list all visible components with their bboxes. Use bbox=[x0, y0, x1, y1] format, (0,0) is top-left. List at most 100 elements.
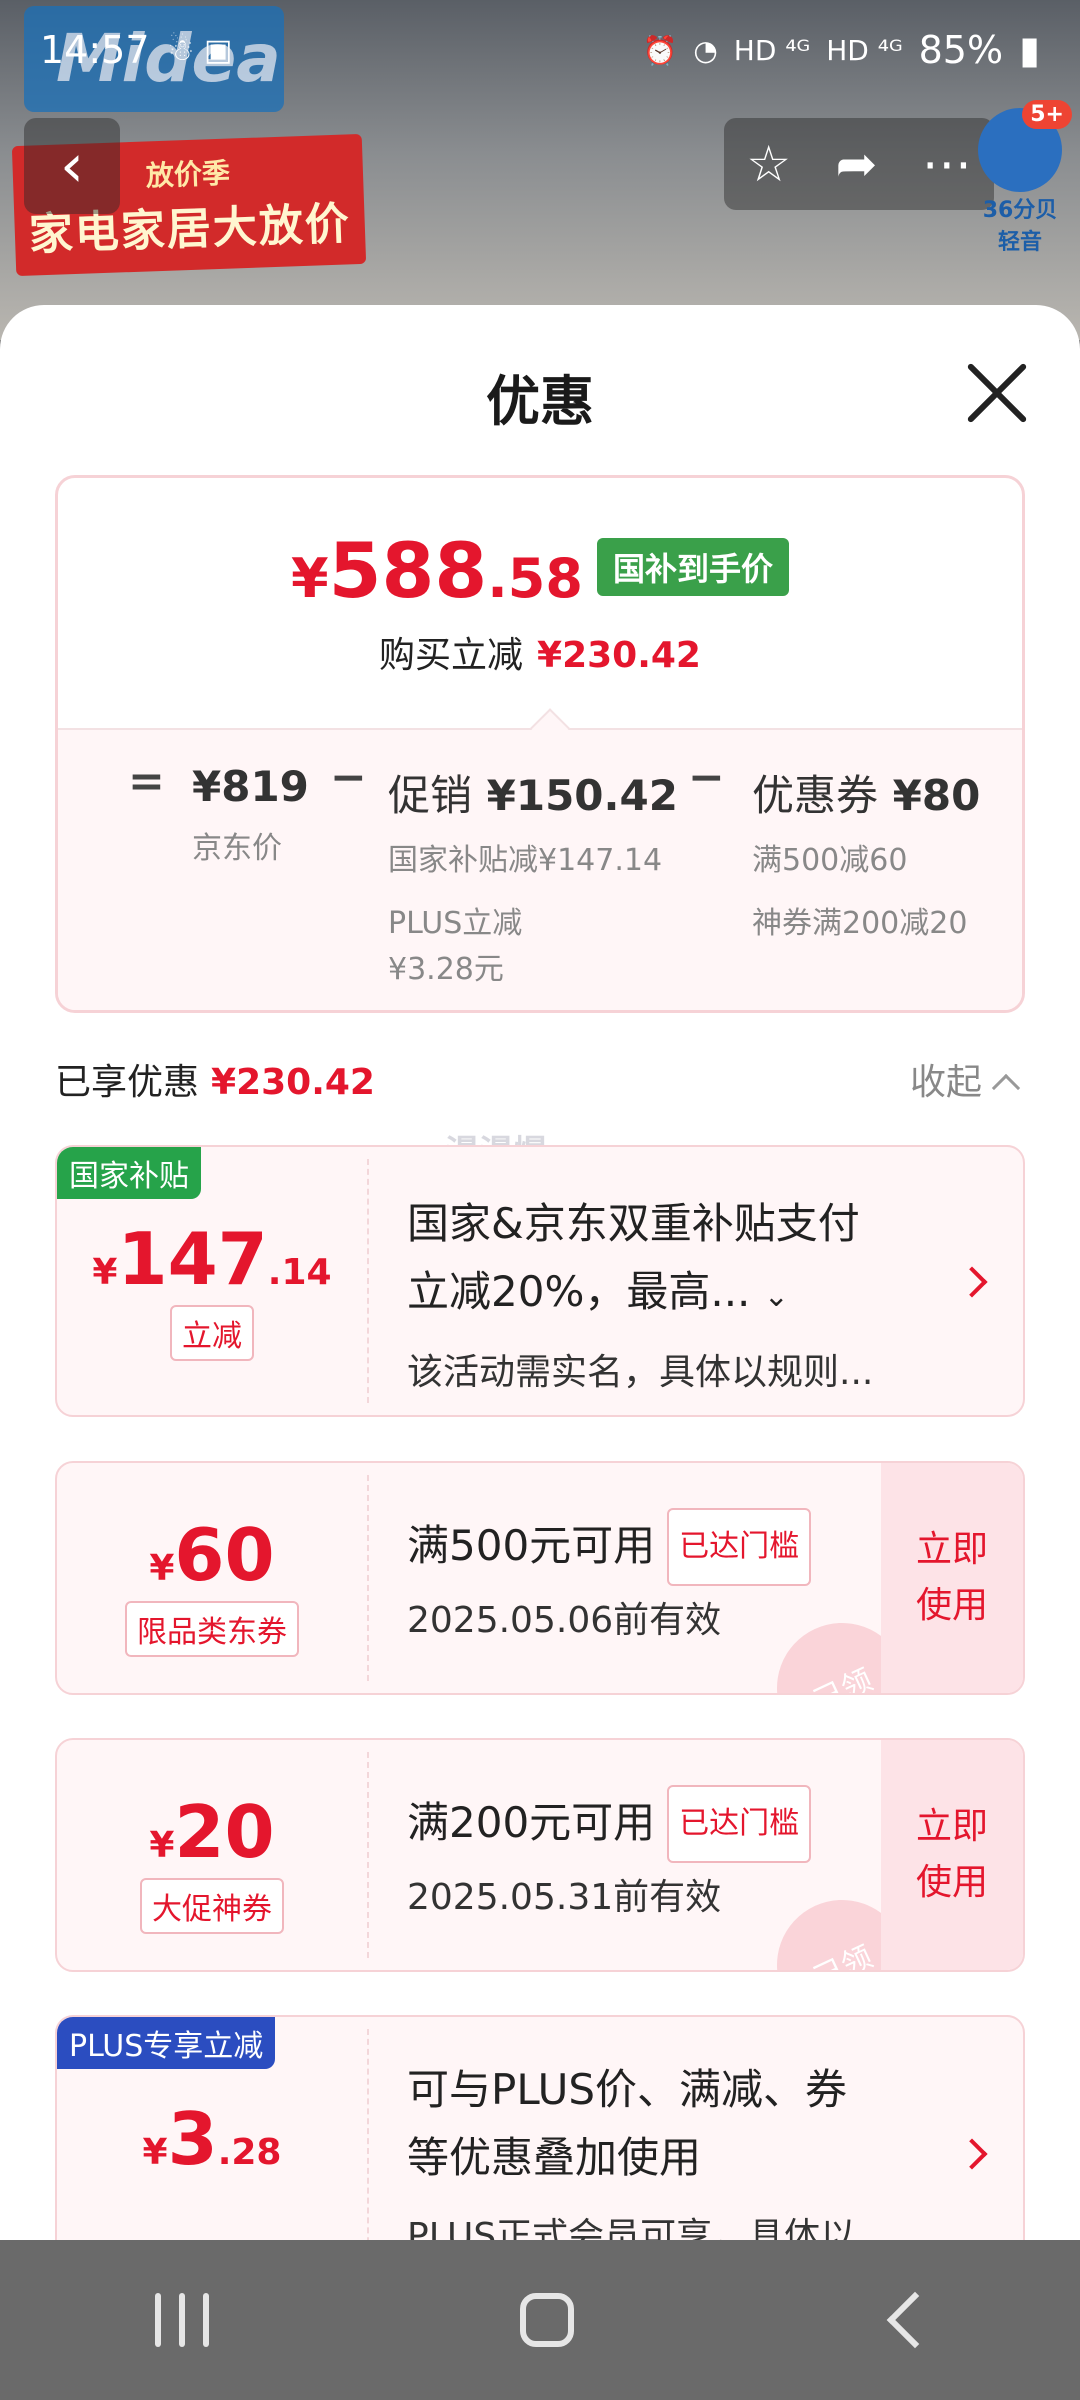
coupon-60-amount-area: ¥60 限品类东券 bbox=[57, 1463, 367, 1693]
minus-sign-2: − bbox=[688, 752, 725, 803]
status-icons: ⏰ ◔ HD ⁴ᴳ HD ⁴ᴳ 85% ▮ bbox=[642, 28, 1040, 72]
subsidy-card[interactable]: ¥147.14 立减 国家补贴 国家&京东双重补贴支付 立减20%，最高... … bbox=[55, 1145, 1025, 1417]
amount-dec: .14 bbox=[267, 1252, 332, 1293]
final-price-dec: .58 bbox=[487, 547, 583, 610]
screen: Midea 放价季 家电家居大放价 ‹ ☆ ➦ ⋯ 5+ 36分贝 轻音 14:… bbox=[0, 0, 1080, 2400]
coupon-head: 优惠券 ¥80 bbox=[752, 762, 980, 823]
collapse-button[interactable]: 收起 bbox=[910, 1053, 1021, 1105]
collapse-label: 收起 bbox=[910, 1062, 983, 1103]
promo-sub2: PLUS立减 ¥3.28元 bbox=[388, 906, 523, 987]
plus-title-line1: 可与PLUS价、满减、券 bbox=[407, 2065, 848, 2114]
discount-sheet: 优惠 ¥588.58 国补到手价 购买立减 ¥230.42 = ¥819 京东价 … bbox=[0, 305, 1080, 2240]
chevron-up-icon bbox=[991, 1073, 1021, 1103]
sheet-title: 优惠 bbox=[486, 370, 594, 433]
minus-sign-1: − bbox=[330, 752, 367, 803]
coupon-20-title: 满200元可用 bbox=[407, 1798, 656, 1847]
instant-discount: 购买立减 ¥230.42 bbox=[58, 626, 1022, 678]
plus-desc: PLUS正式会员可享，具体以... bbox=[407, 2216, 891, 2240]
amount-int: 147 bbox=[117, 1217, 268, 1301]
promo-col: 促销 ¥150.42 国家补贴减¥147.14 PLUS立减 ¥3.28元 bbox=[388, 762, 678, 993]
more-icon[interactable]: ⋯ bbox=[922, 135, 972, 193]
national-subsidy-tag: 国家补贴 bbox=[57, 1147, 201, 1199]
chevron-right-icon[interactable] bbox=[956, 1266, 988, 1298]
amount-int: 60 bbox=[174, 1513, 275, 1597]
coupon-sub2: 神券满200减20 bbox=[752, 906, 968, 941]
equals-sign: = bbox=[128, 756, 165, 807]
alarm-icon: ⏰ bbox=[642, 33, 678, 67]
coupon-card-20: ¥20 大促神券 满200元可用 已达门槛 2025.05.31前有效 已领 立即… bbox=[55, 1738, 1025, 1972]
coupon-20-validity: 2025.05.31前有效 bbox=[407, 1877, 722, 1918]
amount-symbol: ¥ bbox=[92, 1252, 118, 1293]
subsidy-sublabel: 立减 bbox=[170, 1305, 254, 1361]
use-now-button[interactable]: 立即 使用 bbox=[881, 1740, 1023, 1970]
notification-icons: ☃ ▣ bbox=[167, 32, 233, 68]
coupon-20-title-row: 满200元可用 已达门槛 bbox=[407, 1785, 812, 1867]
promo-label: 促销 bbox=[388, 771, 473, 820]
subsidy-desc: 该活动需实名，具体以规则... bbox=[407, 1352, 874, 1393]
coupon-60-amount: ¥60 bbox=[57, 1513, 367, 1597]
plus-card[interactable]: ¥3.28 PLUS专享立减 可与PLUS价、满减、券 等优惠叠加使用 PLUS… bbox=[55, 2015, 1025, 2240]
back-button[interactable]: ‹ bbox=[24, 118, 120, 214]
star-icon[interactable]: ☆ bbox=[746, 135, 791, 193]
amount-int: 20 bbox=[174, 1790, 275, 1874]
amount-int: 3 bbox=[167, 2097, 218, 2181]
coupon-60-sublabel: 限品类东券 bbox=[125, 1601, 299, 1657]
chevron-right-icon[interactable] bbox=[956, 2138, 988, 2170]
wifi-icon: ◔ bbox=[693, 33, 718, 67]
status-bar: 14:57 ☃ ▣ ⏰ ◔ HD ⁴ᴳ HD ⁴ᴳ 85% ▮ bbox=[0, 0, 1080, 100]
subsidy-title-line1: 国家&京东双重补贴支付 bbox=[407, 1199, 860, 1248]
coupon-20-sublabel: 大促神券 bbox=[140, 1878, 284, 1934]
subsidy-title-text: 立减20%，最高... bbox=[407, 1267, 751, 1316]
price-breakdown: = ¥819 京东价 − 促销 ¥150.42 国家补贴减¥147.14 PLU… bbox=[58, 728, 1022, 1010]
coupon-col: 优惠券 ¥80 满500减60 神券满200减20 bbox=[752, 762, 980, 947]
status-time: 14:57 bbox=[40, 28, 150, 72]
share-icon[interactable]: ➦ bbox=[835, 135, 877, 193]
jd-price-col: ¥819 京东价 bbox=[192, 762, 309, 867]
final-price-row: ¥588.58 国补到手价 bbox=[58, 526, 1022, 615]
amount-symbol: ¥ bbox=[149, 1548, 175, 1589]
top-actions: ☆ ➦ ⋯ bbox=[724, 118, 994, 210]
final-price-symbol: ¥ bbox=[291, 547, 329, 610]
card-divider bbox=[367, 2029, 369, 2240]
plus-amount: ¥3.28 bbox=[57, 2097, 367, 2181]
coupon-60-title: 满500元可用 bbox=[407, 1521, 656, 1570]
promo-amount: ¥150.42 bbox=[486, 771, 678, 820]
back-icon[interactable] bbox=[886, 2291, 943, 2349]
battery-level: 85% bbox=[918, 28, 1004, 72]
card-divider bbox=[367, 1475, 369, 1681]
use-now-button[interactable]: 立即 使用 bbox=[881, 1463, 1023, 1693]
threshold-badge: 已达门槛 bbox=[667, 1508, 812, 1586]
audio-badge[interactable]: 5+ 36分贝 轻音 bbox=[970, 100, 1072, 258]
audio-label: 36分贝 轻音 bbox=[982, 198, 1058, 255]
enjoyed-label: 已享优惠 bbox=[55, 1062, 200, 1103]
coupon-60-title-row: 满500元可用 已达门槛 bbox=[407, 1508, 812, 1590]
card-divider bbox=[367, 1159, 369, 1403]
close-icon[interactable] bbox=[962, 357, 1034, 429]
back-arrow-icon: ‹ bbox=[60, 131, 84, 201]
enjoyed-amount: ¥230.42 bbox=[211, 1062, 375, 1103]
subsidy-title-line2[interactable]: 立减20%，最高... ⌄ bbox=[407, 1257, 789, 1332]
coupon-20-amount-area: ¥20 大促神券 bbox=[57, 1740, 367, 1970]
promo-head: 促销 ¥150.42 bbox=[388, 762, 678, 823]
amount-symbol: ¥ bbox=[142, 2132, 168, 2173]
promo-line1: 放价季 bbox=[145, 156, 231, 193]
coupon-sub1: 满500减60 bbox=[752, 843, 908, 878]
plus-tag: PLUS专享立减 bbox=[57, 2017, 276, 2069]
price-summary: ¥588.58 国补到手价 购买立减 ¥230.42 = ¥819 京东价 − 促… bbox=[55, 475, 1025, 1013]
audio-count-badge: 5+ bbox=[1022, 100, 1072, 129]
final-price-tag: 国补到手价 bbox=[596, 537, 789, 596]
signal-2: HD ⁴ᴳ bbox=[826, 33, 903, 67]
recents-icon[interactable] bbox=[155, 2293, 210, 2347]
enjoyed-discount: 已享优惠 ¥230.42 bbox=[55, 1053, 375, 1105]
amount-symbol: ¥ bbox=[149, 1825, 175, 1866]
home-icon[interactable] bbox=[519, 2293, 574, 2347]
coupon-60-validity: 2025.05.06前有效 bbox=[407, 1600, 722, 1641]
threshold-badge: 已达门槛 bbox=[667, 1785, 812, 1863]
jd-price-label: 京东价 bbox=[192, 831, 282, 866]
price-summary-top: ¥588.58 国补到手价 购买立减 ¥230.42 bbox=[58, 478, 1022, 728]
instant-amount: ¥230.42 bbox=[537, 635, 701, 676]
speaker-icon: 5+ bbox=[978, 100, 1072, 192]
jd-price: ¥819 bbox=[192, 762, 309, 811]
instant-label: 购买立减 bbox=[379, 635, 524, 676]
coupon-label: 优惠券 bbox=[752, 771, 879, 820]
